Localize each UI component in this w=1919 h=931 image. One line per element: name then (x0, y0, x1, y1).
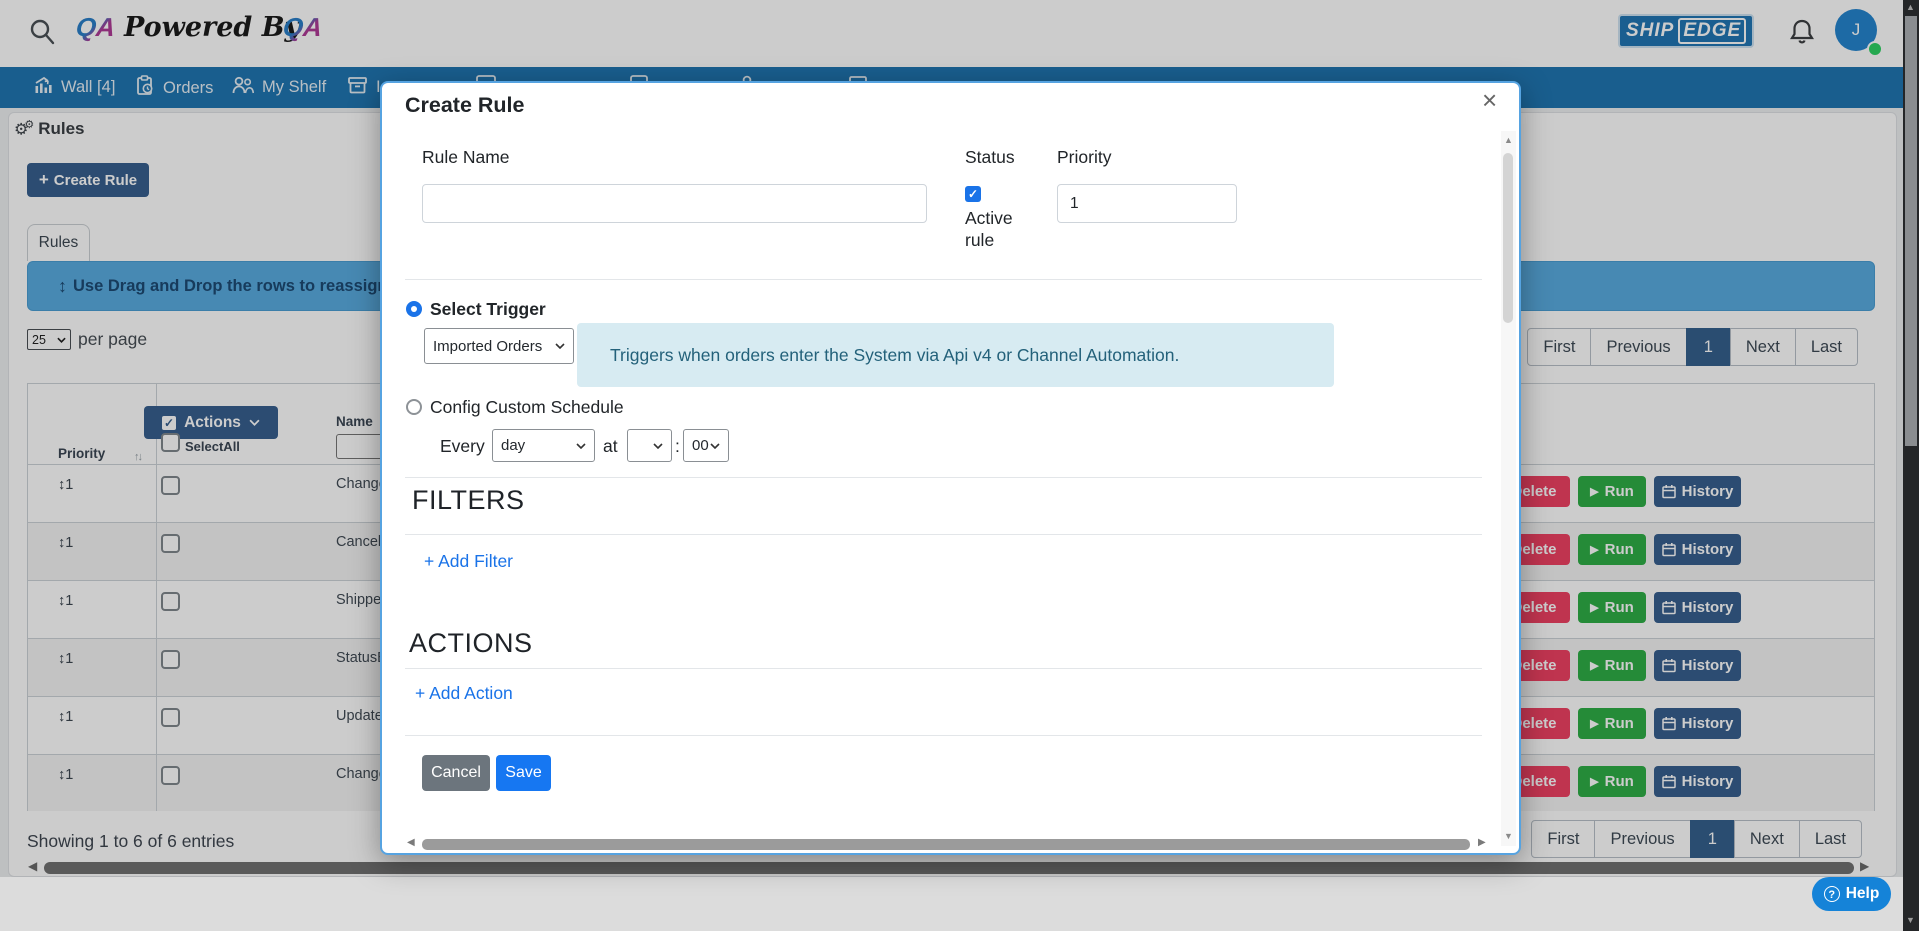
add-filter-link[interactable]: + Add Filter (424, 551, 513, 572)
hour-select[interactable] (627, 429, 672, 462)
help-button[interactable]: ? Help (1812, 877, 1891, 911)
footer-strip (0, 877, 1919, 931)
chevron-down-icon (710, 443, 720, 449)
config-schedule-radio[interactable] (406, 399, 422, 415)
section-divider (405, 534, 1482, 535)
minute-select[interactable]: 00 (683, 429, 729, 462)
status-checkbox[interactable]: ✓ (965, 186, 981, 202)
modal-title: Create Rule (405, 93, 525, 118)
modal-vscroll-down-arrow[interactable]: ▼ (1504, 831, 1513, 841)
section-divider (405, 477, 1482, 478)
section-divider (405, 279, 1482, 280)
filters-heading: FILTERS (412, 485, 525, 516)
status-label: Status (965, 147, 1015, 168)
priority-input[interactable] (1057, 184, 1237, 223)
priority-label: Priority (1057, 147, 1111, 168)
cancel-label: Cancel (431, 764, 481, 782)
app-root: QA Powered By QA SHIP EDGE J Wall [4] Or… (0, 0, 1919, 931)
vscrollbar: ▲ ▼ (1903, 0, 1919, 931)
vscrollbar-thumb[interactable] (1905, 16, 1917, 446)
select-trigger-label: Select Trigger (430, 299, 546, 320)
trigger-info-text: Triggers when orders enter the System vi… (610, 345, 1179, 366)
rule-name-input[interactable] (422, 184, 927, 223)
save-button[interactable]: Save (496, 755, 551, 791)
rule-name-label: Rule Name (422, 147, 510, 168)
chevron-down-icon (653, 443, 663, 449)
trigger-info-box: Triggers when orders enter the System vi… (577, 323, 1334, 387)
vscroll-up-arrow[interactable]: ▲ (1906, 2, 1915, 12)
config-schedule-label: Config Custom Schedule (430, 397, 624, 418)
actions-heading: ACTIONS (409, 628, 533, 659)
trigger-select-value: Imported Orders (433, 338, 542, 355)
chevron-down-icon (576, 443, 586, 449)
every-select-value: day (501, 437, 525, 454)
at-label: at (603, 436, 618, 457)
modal-hscroll-left-arrow[interactable]: ◀ (407, 837, 415, 848)
section-divider (405, 668, 1482, 669)
modal-vscrollbar: ▲ ▼ (1501, 131, 1516, 846)
close-icon[interactable]: × (1482, 85, 1497, 116)
vscroll-down-arrow[interactable]: ▼ (1906, 915, 1915, 925)
save-label: Save (505, 764, 541, 782)
colon-separator: : (675, 436, 680, 457)
trigger-select[interactable]: Imported Orders (424, 328, 574, 364)
modal-vscrollbar-thumb[interactable] (1503, 153, 1513, 323)
minute-select-value: 00 (692, 437, 709, 454)
create-rule-modal: Create Rule × Rule Name Status ✓ Active … (380, 81, 1521, 855)
cancel-button[interactable]: Cancel (422, 755, 490, 791)
question-circle-icon: ? (1824, 886, 1840, 902)
modal-vscroll-up-arrow[interactable]: ▲ (1504, 135, 1513, 145)
active-rule-label: Active rule (965, 207, 1027, 251)
help-label: Help (1846, 885, 1880, 903)
select-trigger-radio[interactable] (406, 301, 422, 317)
modal-hscrollbar-thumb[interactable] (422, 839, 1470, 850)
section-divider (405, 735, 1482, 736)
every-select[interactable]: day (492, 429, 595, 462)
chevron-down-icon (555, 343, 565, 349)
radio-dot (411, 306, 417, 312)
add-action-link[interactable]: + Add Action (415, 683, 513, 704)
modal-hscroll-right-arrow[interactable]: ▶ (1478, 837, 1486, 848)
every-label: Every (440, 436, 485, 457)
